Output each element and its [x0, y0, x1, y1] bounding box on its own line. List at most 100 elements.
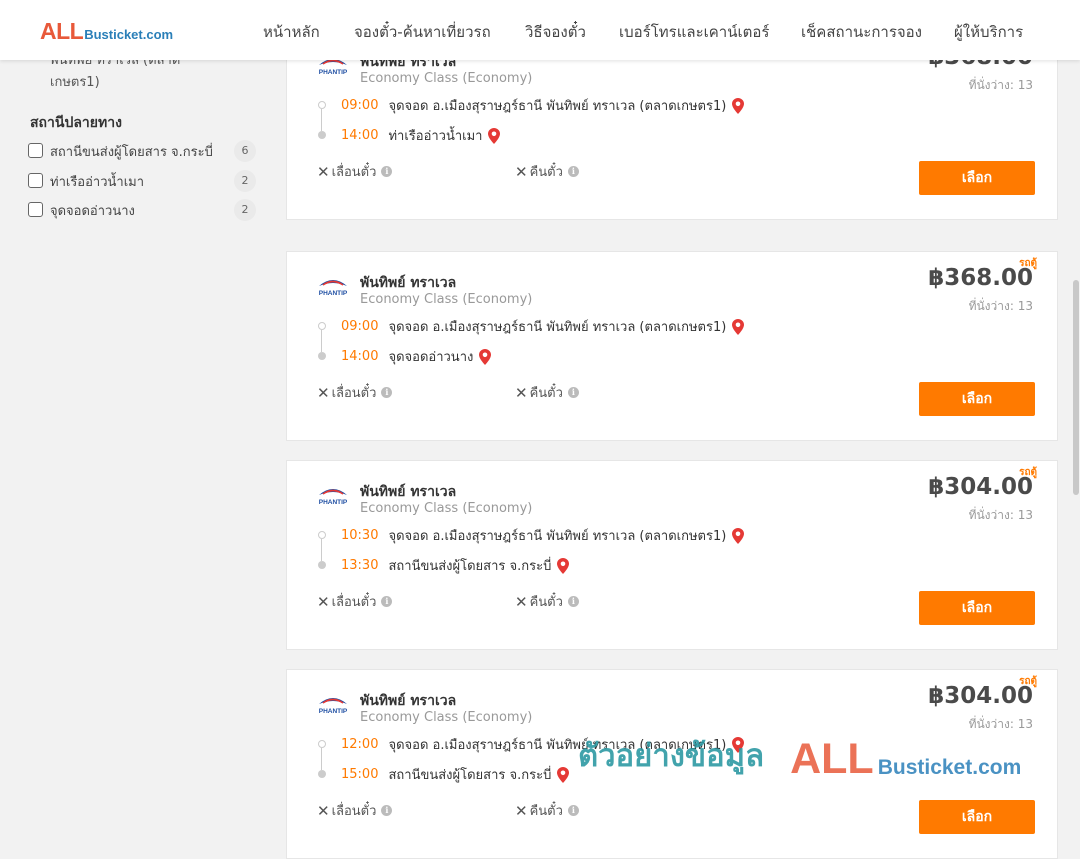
- operator-name: พันทิพย์ ทราเวล: [360, 275, 457, 291]
- filter-option-nam-mao-pier[interactable]: ท่าเรืออ่าวน้ำเมา 2: [28, 170, 256, 192]
- arrival-stop: 14:00 ท่าเรืออ่าวน้ำเมา: [341, 125, 501, 146]
- map-pin-icon[interactable]: [557, 766, 570, 783]
- filter-label: ท่าเรืออ่าวน้ำเมา: [50, 175, 145, 190]
- svg-text:PHANTIP: PHANTIP: [319, 708, 348, 715]
- refund-ticket-label: คืนตั๋ว: [529, 804, 563, 819]
- main-nav: หน้าหลัก จองตั๋ว-ค้นหาเที่ยวรถ วิธีจองตั…: [0, 20, 1080, 42]
- cross-icon: ✕: [515, 383, 528, 402]
- arrival-time: 15:00: [341, 767, 379, 782]
- departure-stop: 09:00 จุดจอด อ.เมืองสุราษฎร์ธานี พันทิพย…: [341, 316, 745, 337]
- select-trip-button[interactable]: เลือก: [919, 382, 1035, 416]
- map-pin-icon[interactable]: [488, 127, 501, 144]
- change-ticket-label: เลื่อนตั๋ว: [331, 804, 377, 819]
- origin-dot: [318, 322, 326, 330]
- cross-icon: ✕: [515, 162, 528, 181]
- ticket-price: ฿368.00: [928, 265, 1033, 291]
- arrival-place: จุดจอดอ่าวนาง: [388, 350, 474, 365]
- route-timeline: [317, 101, 327, 141]
- nav-check-booking[interactable]: เช็คสถานะการจอง: [801, 20, 922, 44]
- map-pin-icon[interactable]: [479, 348, 492, 365]
- departure-place: จุดจอด อ.เมืองสุราษฎร์ธานี พันทิพย์ ทราเ…: [388, 320, 727, 335]
- svg-text:PHANTIP: PHANTIP: [319, 290, 348, 297]
- departure-time: 10:30: [341, 528, 379, 543]
- arrival-place: สถานีขนส่งผู้โดยสาร จ.กระบี่: [388, 559, 552, 574]
- nav-phone-counters[interactable]: เบอร์โทรและเคาน์เตอร์: [619, 20, 769, 44]
- change-ticket-policy: ✕ เลื่อนตั๋ว i: [317, 382, 393, 403]
- route-timeline: [317, 740, 327, 780]
- watermark-logo-all: ALL: [790, 735, 874, 783]
- phantip-logo: PHANTIP: [319, 489, 348, 506]
- svg-text:PHANTIP: PHANTIP: [319, 69, 348, 76]
- origin-dot: [318, 740, 326, 748]
- route-line: [321, 109, 322, 131]
- cross-icon: ✕: [515, 592, 528, 611]
- map-pin-icon[interactable]: [732, 527, 745, 544]
- filter-count-badge: 6: [234, 140, 256, 162]
- operator-name: พันทิพย์ ทราเวล: [360, 484, 457, 500]
- info-icon[interactable]: i: [567, 387, 579, 398]
- filter-option-krabi-terminal[interactable]: สถานีขนส่งผู้โดยสาร จ.กระบี่ 6: [28, 140, 256, 162]
- map-pin-icon[interactable]: [732, 318, 745, 335]
- prev-filter-line: เกษตร1): [50, 75, 100, 90]
- seats-available: ที่นั่งว่าง: 13: [968, 508, 1033, 522]
- info-icon[interactable]: i: [567, 596, 579, 607]
- origin-dot: [318, 531, 326, 539]
- trip-result-card: รถตู้ PHANTIP พันทิพย์ ทราเวล Economy Cl…: [286, 460, 1058, 650]
- select-trip-button[interactable]: เลือก: [919, 800, 1035, 834]
- destination-dot: [318, 131, 326, 139]
- destination-dot: [318, 352, 326, 360]
- nav-operators[interactable]: ผู้ให้บริการ: [954, 20, 1023, 44]
- map-pin-icon[interactable]: [732, 97, 745, 114]
- info-icon[interactable]: i: [567, 166, 579, 177]
- departure-time: 12:00: [341, 737, 379, 752]
- arrival-time: 14:00: [341, 128, 379, 143]
- arrival-stop: 14:00 จุดจอดอ่าวนาง: [341, 346, 492, 367]
- watermark-logo-rest: Busticket.com: [877, 756, 1022, 779]
- info-icon[interactable]: i: [381, 596, 393, 607]
- filter-option-ao-nang-stop[interactable]: จุดจอดอ่าวนาง 2: [28, 199, 256, 221]
- filter-checkbox[interactable]: [28, 143, 43, 158]
- page-scrollbar[interactable]: [1072, 60, 1080, 800]
- filter-label: จุดจอดอ่าวนาง: [50, 204, 135, 219]
- select-trip-button[interactable]: เลือก: [919, 591, 1035, 625]
- map-pin-icon[interactable]: [557, 557, 570, 574]
- nav-book-search[interactable]: จองตั๋ว-ค้นหาเที่ยวรถ: [354, 20, 491, 44]
- change-ticket-policy: ✕ เลื่อนตั๋ว i: [317, 161, 393, 182]
- info-icon[interactable]: i: [381, 166, 393, 177]
- scrollbar-thumb[interactable]: [1073, 280, 1079, 495]
- filter-label: สถานีขนส่งผู้โดยสาร จ.กระบี่: [50, 145, 213, 160]
- site-header: ALL Busticket.com หน้าหลัก จองตั๋ว-ค้นหา…: [0, 0, 1080, 60]
- info-icon[interactable]: i: [381, 387, 393, 398]
- refund-ticket-policy: ✕ คืนตั๋ว i: [515, 161, 579, 182]
- arrival-time: 14:00: [341, 349, 379, 364]
- filter-count-badge: 2: [234, 170, 256, 192]
- arrival-place: สถานีขนส่งผู้โดยสาร จ.กระบี่: [388, 768, 552, 783]
- refund-ticket-label: คืนตั๋ว: [529, 595, 563, 610]
- arrival-time: 13:30: [341, 558, 379, 573]
- route-line: [321, 748, 322, 770]
- select-trip-button[interactable]: เลือก: [919, 161, 1035, 195]
- nav-home[interactable]: หน้าหลัก: [263, 20, 320, 44]
- change-ticket-policy: ✕ เลื่อนตั๋ว i: [317, 591, 393, 612]
- filter-checkbox[interactable]: [28, 202, 43, 217]
- departure-time: 09:00: [341, 319, 379, 334]
- nav-how-to-book[interactable]: วิธีจองตั๋ว: [525, 20, 586, 44]
- info-icon[interactable]: i: [567, 805, 579, 816]
- origin-dot: [318, 101, 326, 109]
- trip-result-card: รถตู้ PHANTIP พันทิพย์ ทราเวล Economy Cl…: [286, 251, 1058, 441]
- operator-name: พันทิพย์ ทราเวล: [360, 693, 457, 709]
- seat-class: Economy Class (Economy): [360, 501, 533, 516]
- refund-ticket-label: คืนตั๋ว: [529, 165, 563, 180]
- info-icon[interactable]: i: [381, 805, 393, 816]
- seat-class: Economy Class (Economy): [360, 292, 533, 307]
- filter-checkbox[interactable]: [28, 173, 43, 188]
- arrival-place: ท่าเรืออ่าวน้ำเมา: [388, 129, 483, 144]
- cross-icon: ✕: [317, 592, 330, 611]
- departure-place: จุดจอด อ.เมืองสุราษฎร์ธานี พันทิพย์ ทราเ…: [388, 99, 727, 114]
- change-ticket-policy: ✕ เลื่อนตั๋ว i: [317, 800, 393, 821]
- cross-icon: ✕: [317, 801, 330, 820]
- cross-icon: ✕: [515, 801, 528, 820]
- route-line: [321, 330, 322, 352]
- change-ticket-label: เลื่อนตั๋ว: [331, 165, 377, 180]
- departure-time: 09:00: [341, 98, 379, 113]
